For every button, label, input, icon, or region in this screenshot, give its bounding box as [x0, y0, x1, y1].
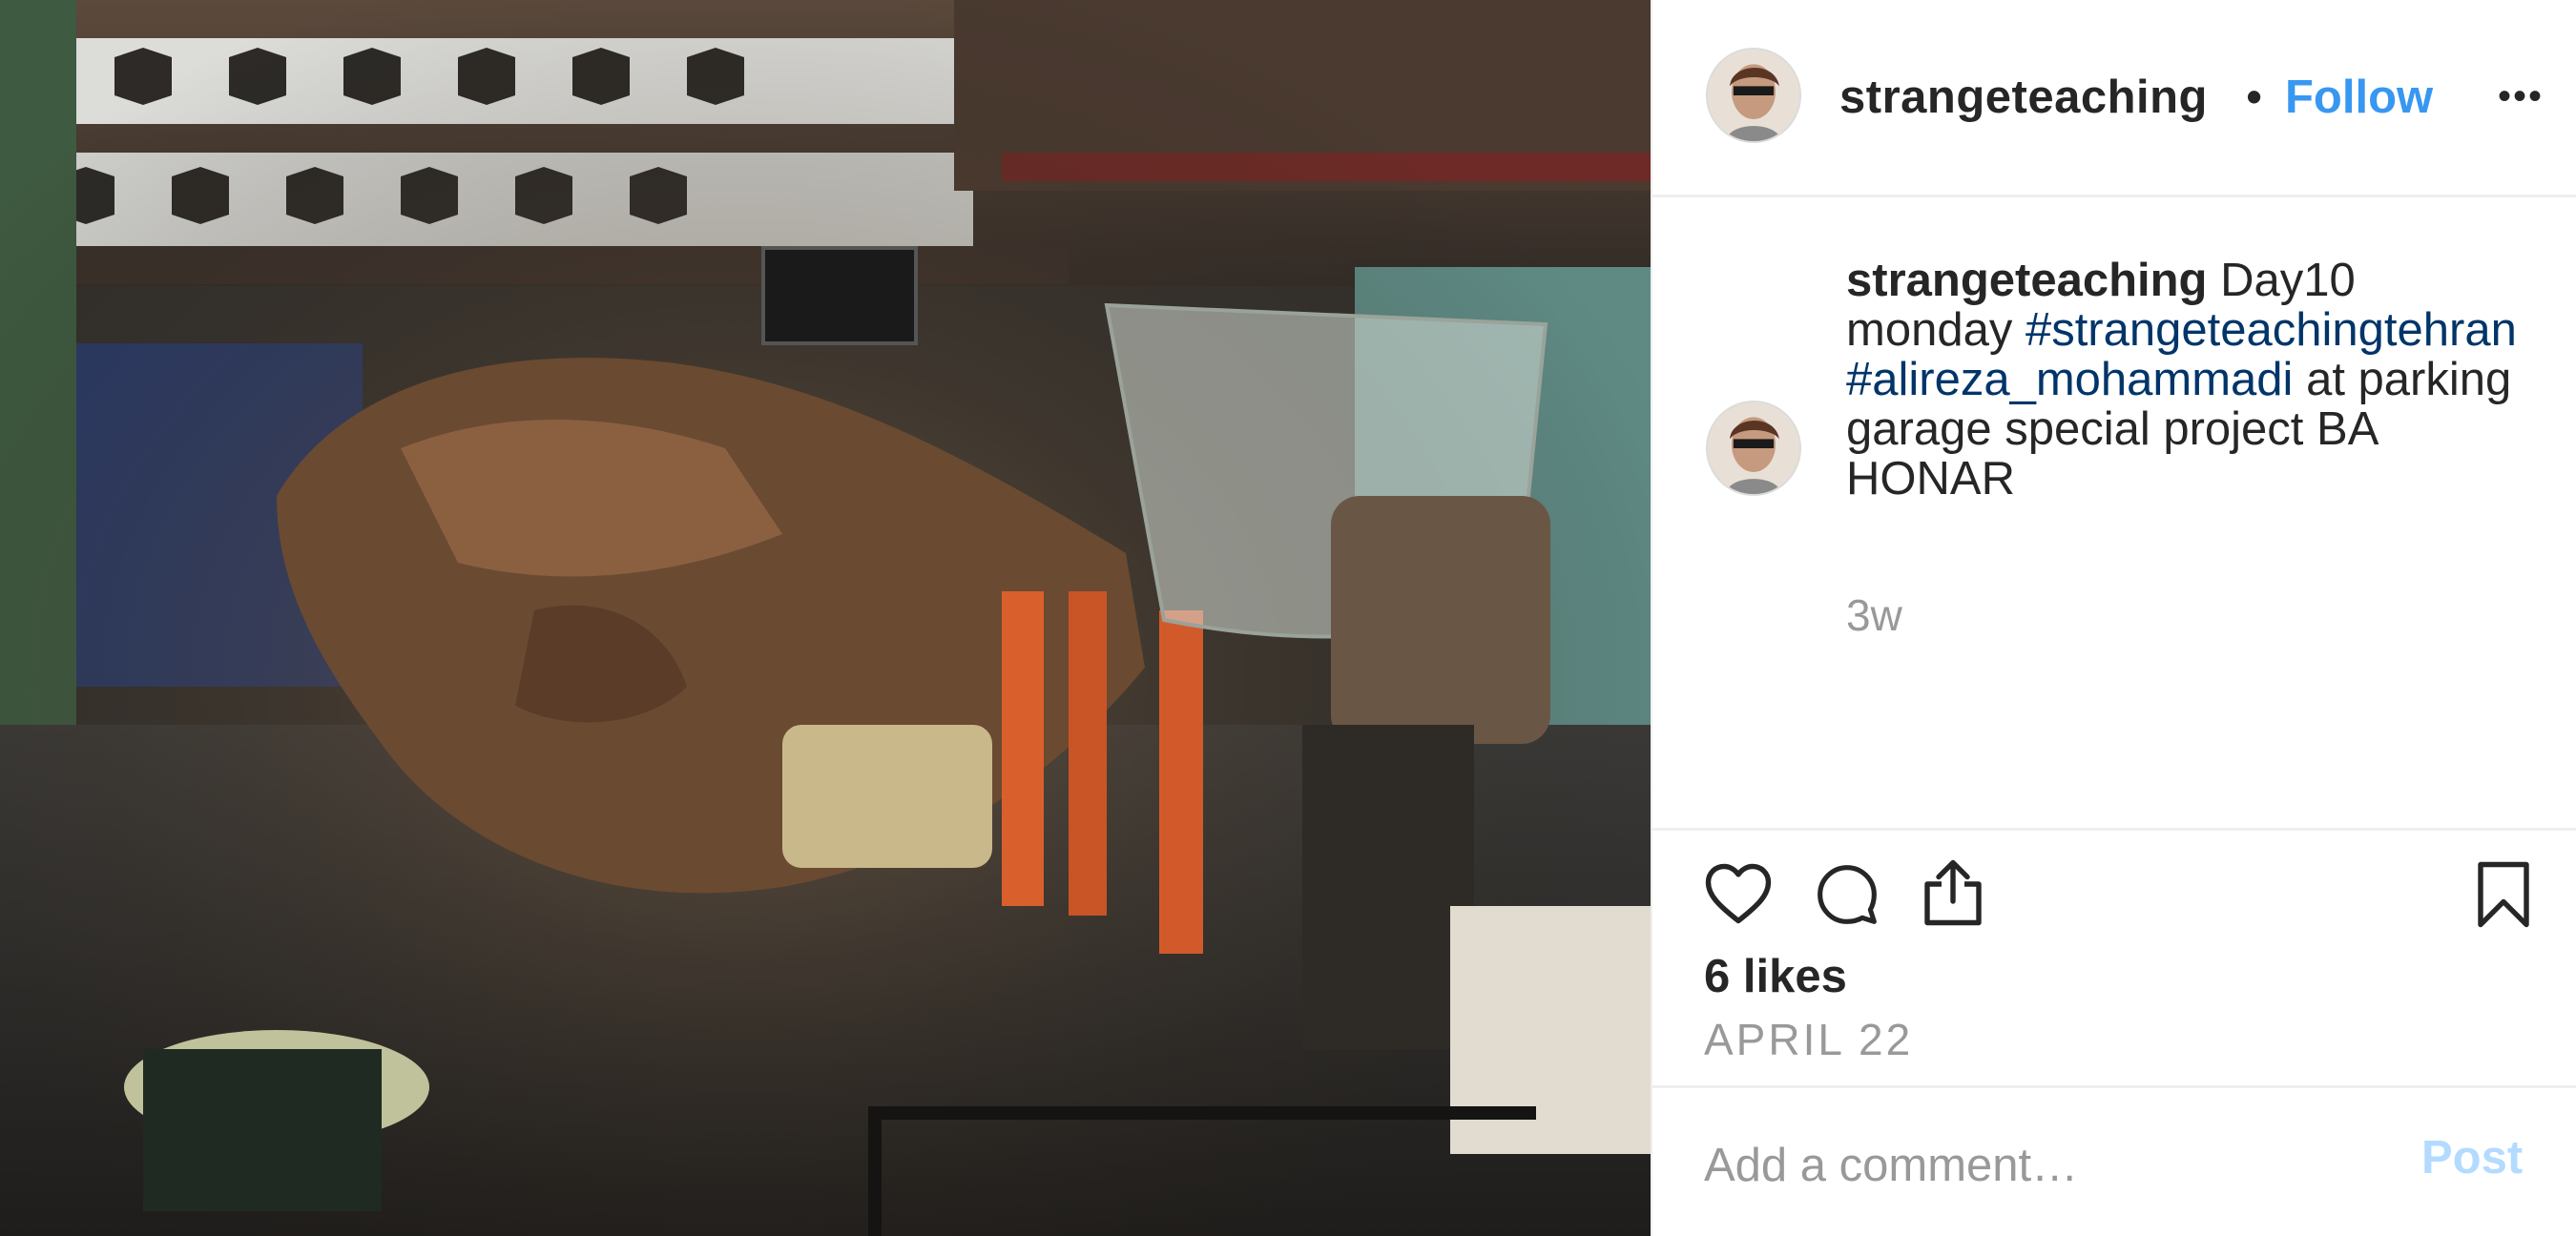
comment-button[interactable] — [1815, 862, 1880, 927]
hashtag-link[interactable]: #alireza_mohammadi — [1846, 354, 2293, 405]
header-separator: • — [2246, 72, 2263, 123]
more-options-button[interactable]: ••• — [2492, 72, 2549, 120]
caption-timestamp[interactable]: 3w — [1846, 589, 1902, 641]
comment-icon — [1818, 865, 1877, 924]
caption-username[interactable]: strangeteaching — [1846, 255, 2207, 306]
post-date[interactable]: APRIL 22 — [1704, 1014, 1913, 1065]
post-sidebar: strangeteaching • Follow ••• strangeteac… — [1651, 0, 2576, 1236]
save-button[interactable] — [2475, 860, 2532, 929]
caption: strangeteaching Day10 monday #strangetea… — [1846, 256, 2533, 504]
post-photo[interactable] — [0, 0, 1651, 1236]
share-icon — [1924, 859, 1982, 926]
avatar-icon — [1708, 402, 1799, 494]
header-divider — [1652, 195, 2576, 197]
follow-button[interactable]: Follow — [2285, 67, 2433, 128]
header-avatar[interactable] — [1706, 48, 1801, 143]
photo-icon — [0, 0, 1651, 1236]
post-comment-button[interactable]: Post — [2421, 1131, 2523, 1184]
bookmark-icon — [2478, 861, 2529, 928]
caption-avatar[interactable] — [1706, 401, 1801, 496]
likes-count[interactable]: 6 likes — [1704, 950, 1847, 1003]
instagram-post: strangeteaching • Follow ••• strangeteac… — [0, 0, 2576, 1236]
comment-input[interactable] — [1704, 1125, 2372, 1205]
like-button[interactable] — [1704, 862, 1773, 925]
avatar-icon — [1708, 50, 1799, 141]
header-username[interactable]: strangeteaching — [1839, 67, 2235, 128]
share-button[interactable] — [1922, 858, 1984, 927]
hashtag-link[interactable]: #strangeteachingtehran — [2025, 304, 2517, 356]
comment-divider — [1652, 1085, 2576, 1088]
heart-icon — [1705, 863, 1772, 924]
actions-divider — [1652, 828, 2576, 831]
